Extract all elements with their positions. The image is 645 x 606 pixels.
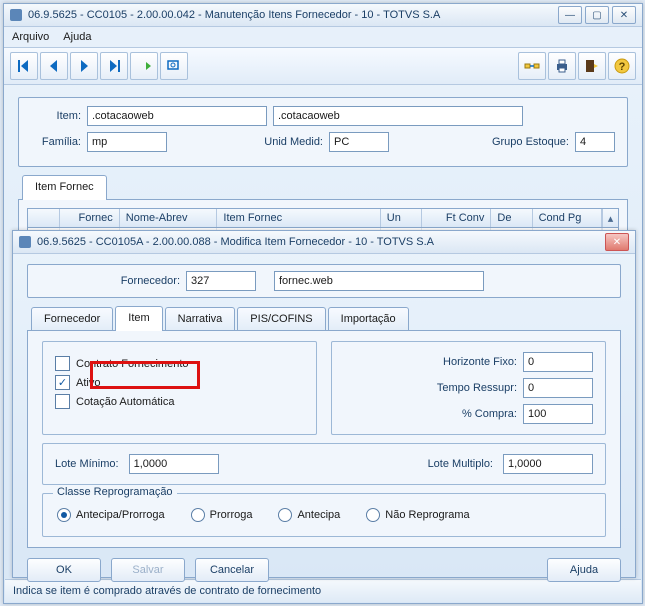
search-button[interactable] — [160, 52, 188, 80]
fornecedor-code-input[interactable]: 327 — [186, 271, 256, 291]
col-nome[interactable]: Nome-Abrev — [120, 209, 218, 227]
fornecedor-label: Fornecedor: — [40, 275, 180, 287]
col-fornec[interactable]: Fornec — [60, 209, 120, 227]
horizonte-label: Horizonte Fixo: — [344, 356, 517, 368]
col-de[interactable]: De — [491, 209, 532, 227]
grid-scroll-up[interactable]: ▴ — [602, 209, 618, 227]
modal-close-button[interactable]: ✕ — [605, 233, 629, 251]
unid-input[interactable]: PC — [329, 132, 389, 152]
menu-ajuda[interactable]: Ajuda — [63, 31, 91, 43]
grupo-input[interactable]: 4 — [575, 132, 615, 152]
tempo-input[interactable]: 0 — [523, 378, 593, 398]
col-ftconv[interactable]: Ft Conv — [422, 209, 491, 227]
nav-prev-button[interactable] — [40, 52, 68, 80]
tempo-label: Tempo Ressupr: — [344, 382, 517, 394]
classe-group-title: Classe Reprogramação — [53, 486, 177, 498]
radio-antecipa-prorroga[interactable]: Antecipa/Prorroga — [57, 508, 165, 522]
col-item[interactable]: Item Fornec — [217, 209, 380, 227]
nav-first-button[interactable] — [10, 52, 38, 80]
familia-label: Família: — [31, 136, 81, 148]
tab-narrativa[interactable]: Narrativa — [165, 307, 236, 330]
related-button[interactable] — [518, 52, 546, 80]
tab-importacao[interactable]: Importação — [328, 307, 409, 330]
print-button[interactable] — [548, 52, 576, 80]
lote-min-label: Lote Mínimo: — [55, 458, 119, 470]
main-titlebar: 06.9.5625 - CC0105 - 2.00.00.042 - Manut… — [4, 4, 642, 27]
modal-titlebar: 06.9.5625 - CC0105A - 2.00.00.088 - Modi… — [13, 231, 635, 254]
tab-item-fornec[interactable]: Item Fornec — [22, 175, 107, 200]
main-title: 06.9.5625 - CC0105 - 2.00.00.042 - Manut… — [28, 9, 558, 21]
minimize-button[interactable]: — — [558, 6, 582, 24]
horizonte-input[interactable]: 0 — [523, 352, 593, 372]
maximize-button[interactable]: ▢ — [585, 6, 609, 24]
goto-button[interactable] — [130, 52, 158, 80]
item-code-input[interactable]: .cotacaoweb — [87, 106, 267, 126]
menu-arquivo[interactable]: Arquivo — [12, 31, 49, 43]
grupo-label: Grupo Estoque: — [492, 136, 569, 148]
close-button[interactable]: ✕ — [612, 6, 636, 24]
checkbox-icon — [55, 356, 70, 371]
col-un[interactable]: Un — [381, 209, 422, 227]
unid-label: Unid Medid: — [173, 136, 323, 148]
item-label: Item: — [31, 110, 81, 122]
cancelar-button[interactable]: Cancelar — [195, 558, 269, 582]
menubar: Arquivo Ajuda — [4, 27, 642, 48]
modal-title: 06.9.5625 - CC0105A - 2.00.00.088 - Modi… — [37, 236, 605, 248]
compra-label: % Compra: — [344, 408, 517, 420]
radio-prorroga[interactable]: Prorroga — [191, 508, 253, 522]
nav-last-button[interactable] — [100, 52, 128, 80]
checkbox-checked-icon: ✓ — [55, 375, 70, 390]
contrato-checkbox[interactable]: Contrato Fornecimento — [55, 356, 304, 371]
fornecedor-name-input[interactable]: fornec.web — [274, 271, 484, 291]
radio-antecipa[interactable]: Antecipa — [278, 508, 340, 522]
exit-button[interactable] — [578, 52, 606, 80]
toolbar: ? — [4, 48, 642, 85]
lote-mul-label: Lote Multiplo: — [428, 458, 493, 470]
item-desc-input[interactable]: .cotacaoweb — [273, 106, 523, 126]
lote-mul-input[interactable]: 1,0000 — [503, 454, 593, 474]
ajuda-button[interactable]: Ajuda — [547, 558, 621, 582]
tab-piscofins[interactable]: PIS/COFINS — [237, 307, 325, 330]
ok-button[interactable]: OK — [27, 558, 101, 582]
modal-app-icon — [19, 236, 31, 248]
nav-next-button[interactable] — [70, 52, 98, 80]
tab-item[interactable]: Item — [115, 306, 162, 331]
checkbox-icon — [55, 394, 70, 409]
svg-text:?: ? — [619, 61, 626, 73]
lote-min-input[interactable]: 1,0000 — [129, 454, 219, 474]
tab-fornecedor[interactable]: Fornecedor — [31, 307, 113, 330]
salvar-button[interactable]: Salvar — [111, 558, 185, 582]
ativo-checkbox[interactable]: ✓ Ativo — [55, 375, 304, 390]
radio-nao-reprograma[interactable]: Não Reprograma — [366, 508, 469, 522]
familia-input[interactable]: mp — [87, 132, 167, 152]
app-icon — [10, 9, 22, 21]
cotacao-checkbox[interactable]: Cotação Automática — [55, 394, 304, 409]
compra-input[interactable]: 100 — [523, 404, 593, 424]
help-button[interactable]: ? — [608, 52, 636, 80]
col-condpg[interactable]: Cond Pg — [533, 209, 602, 227]
